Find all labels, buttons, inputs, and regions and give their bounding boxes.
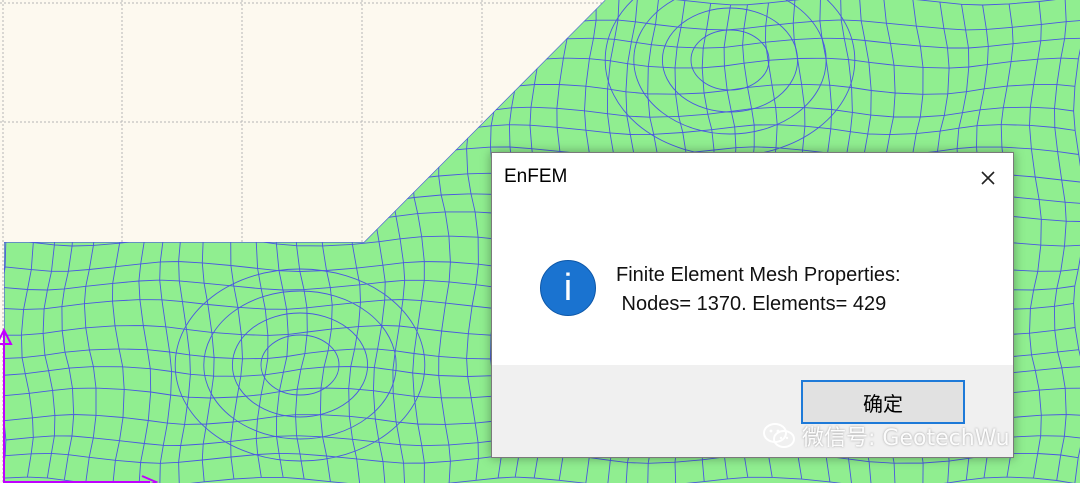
info-icon-glyph: i — [563, 266, 573, 309]
message-line-1: Finite Element Mesh Properties: — [616, 264, 901, 286]
dialog-title: EnFEM — [504, 166, 568, 187]
info-dialog: EnFEM i Finite Element Mesh Properties: … — [491, 152, 1014, 458]
close-button[interactable] — [973, 163, 1003, 193]
close-icon — [981, 171, 995, 185]
wechat-icon — [763, 423, 795, 448]
ok-button[interactable]: 确定 — [801, 380, 965, 424]
watermark-text: 微信号: GeotechWu — [802, 426, 1010, 451]
dialog-message: Finite Element Mesh Properties: Nodes= 1… — [616, 261, 901, 319]
message-line-2: Nodes= 1370. Elements= 429 — [616, 293, 887, 315]
watermark: 微信号: GeotechWu — [762, 420, 1010, 452]
info-icon: i — [540, 260, 596, 316]
